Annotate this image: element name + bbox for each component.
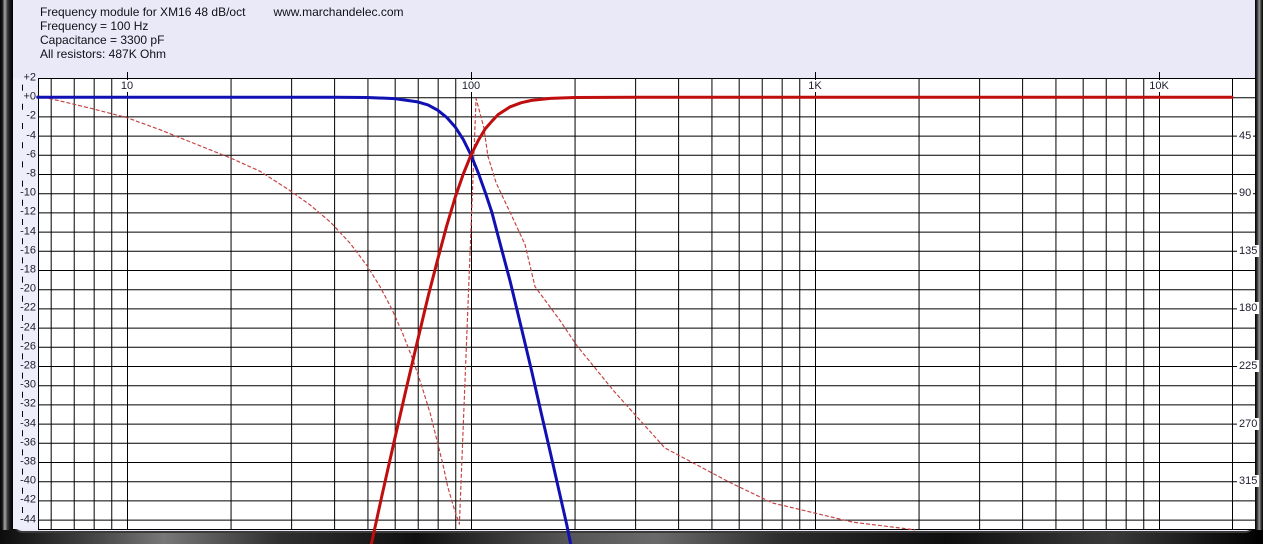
curves-layer <box>36 95 1234 544</box>
highpass-curve <box>369 95 1234 544</box>
phase-curve <box>37 95 916 531</box>
screenshot-root: { "header": { "title": "Frequency module… <box>0 0 1263 544</box>
